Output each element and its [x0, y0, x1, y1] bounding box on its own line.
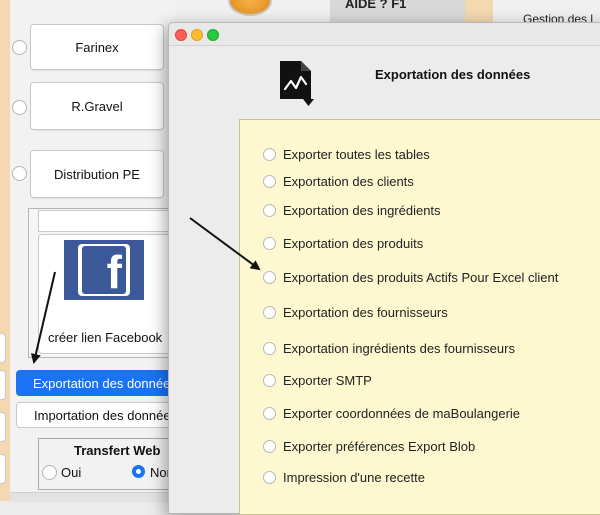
export-option[interactable]: Exportation des fournisseurs	[263, 304, 448, 320]
export-option-radio[interactable]	[263, 236, 276, 250]
supplier-button-distribution-pe[interactable]: Distribution PE	[30, 150, 164, 198]
export-data-button[interactable]: Exportation des données	[16, 370, 176, 396]
close-window-button[interactable]	[175, 29, 187, 41]
export-option-label: Exportation des fournisseurs	[283, 304, 448, 320]
minimize-window-button[interactable]	[191, 29, 203, 41]
left-edge-button[interactable]	[0, 333, 6, 363]
web-transfer-no-radio[interactable]	[132, 465, 145, 478]
export-option[interactable]: Exporter préférences Export Blob	[263, 438, 475, 454]
zoom-window-button[interactable]	[207, 29, 219, 41]
supplier-button-label: Distribution PE	[54, 166, 140, 182]
dialog-titlebar	[169, 23, 600, 46]
export-option[interactable]: Exportation des clients	[263, 173, 414, 189]
export-option-radio[interactable]	[263, 174, 276, 188]
web-transfer-title: Transfert Web	[74, 443, 161, 458]
export-option-radio[interactable]	[263, 470, 276, 484]
import-data-label: Importation des données	[34, 407, 176, 423]
export-option-label: Exporter coordonnées de maBoulangerie	[283, 405, 521, 421]
export-option-label: Exportation des ingrédients	[283, 202, 441, 218]
supplier-button-label: Farinex	[75, 39, 119, 55]
dialog-title: Exportation des données	[375, 67, 531, 82]
import-data-button[interactable]: Importation des données	[16, 402, 176, 428]
export-option-radio[interactable]	[263, 305, 276, 319]
help-shortcut-label: AIDE ? F1	[345, 0, 407, 11]
export-data-label: Exportation des données	[33, 375, 176, 391]
facebook-url-field[interactable]	[38, 210, 170, 232]
export-option-label: Exportation ingrédients des fournisseurs	[283, 340, 515, 356]
export-option-label: Exporter SMTP	[283, 372, 372, 388]
document-chart-export-icon	[280, 61, 314, 106]
export-option-label: Exporter préférences Export Blob	[283, 438, 476, 454]
export-option[interactable]: Exportation ingrédients des fournisseurs	[263, 340, 515, 356]
export-option-radio[interactable]	[263, 203, 276, 217]
export-option-radio[interactable]	[263, 341, 276, 355]
export-option-label: Exportation des produits Actifs Pour Exc…	[283, 269, 559, 285]
app-top-spacer	[465, 0, 493, 22]
export-option[interactable]: Exportation des produits Actifs Pour Exc…	[263, 269, 558, 285]
left-edge-button[interactable]	[0, 370, 6, 400]
export-option-radio[interactable]	[263, 439, 276, 453]
export-option[interactable]: Exporter SMTP	[263, 372, 372, 388]
supplier-radio-rgravel[interactable]	[12, 100, 27, 115]
export-option[interactable]: Exporter toutes les tables	[263, 146, 430, 162]
export-option-label: Exportation des produits	[283, 235, 424, 251]
export-option[interactable]: Exportation des ingrédients	[263, 202, 441, 218]
supplier-button-farinex[interactable]: Farinex	[30, 24, 164, 70]
export-option[interactable]: Impression d'une recette	[263, 469, 425, 485]
supplier-radio-farinex[interactable]	[12, 40, 27, 55]
web-transfer-yes-label: Oui	[61, 465, 82, 480]
export-option-label: Impression d'une recette	[283, 469, 425, 485]
supplier-button-rgravel[interactable]: R.Gravel	[30, 82, 164, 130]
export-option-radio[interactable]	[263, 373, 276, 387]
web-transfer-yes-radio[interactable]	[42, 465, 57, 480]
facebook-link-label: créer lien Facebook	[48, 330, 163, 345]
supplier-button-label: R.Gravel	[71, 98, 123, 114]
export-dialog: Exportation des données Exporter toutes …	[168, 22, 600, 515]
export-option[interactable]: Exporter coordonnées de maBoulangerie	[263, 405, 520, 421]
export-option-label: Exporter toutes les tables	[283, 146, 430, 162]
left-edge-button[interactable]	[0, 454, 6, 484]
facebook-f-icon: f	[82, 246, 126, 298]
export-option-radio[interactable]	[263, 406, 276, 420]
left-edge-button[interactable]	[0, 412, 6, 442]
export-option-label: Exportation des clients	[283, 173, 414, 189]
export-option-radio[interactable]	[263, 270, 276, 284]
export-option[interactable]: Exportation des produits	[263, 235, 423, 251]
export-option-radio[interactable]	[263, 147, 276, 161]
supplier-radio-distribution-pe[interactable]	[12, 166, 27, 181]
